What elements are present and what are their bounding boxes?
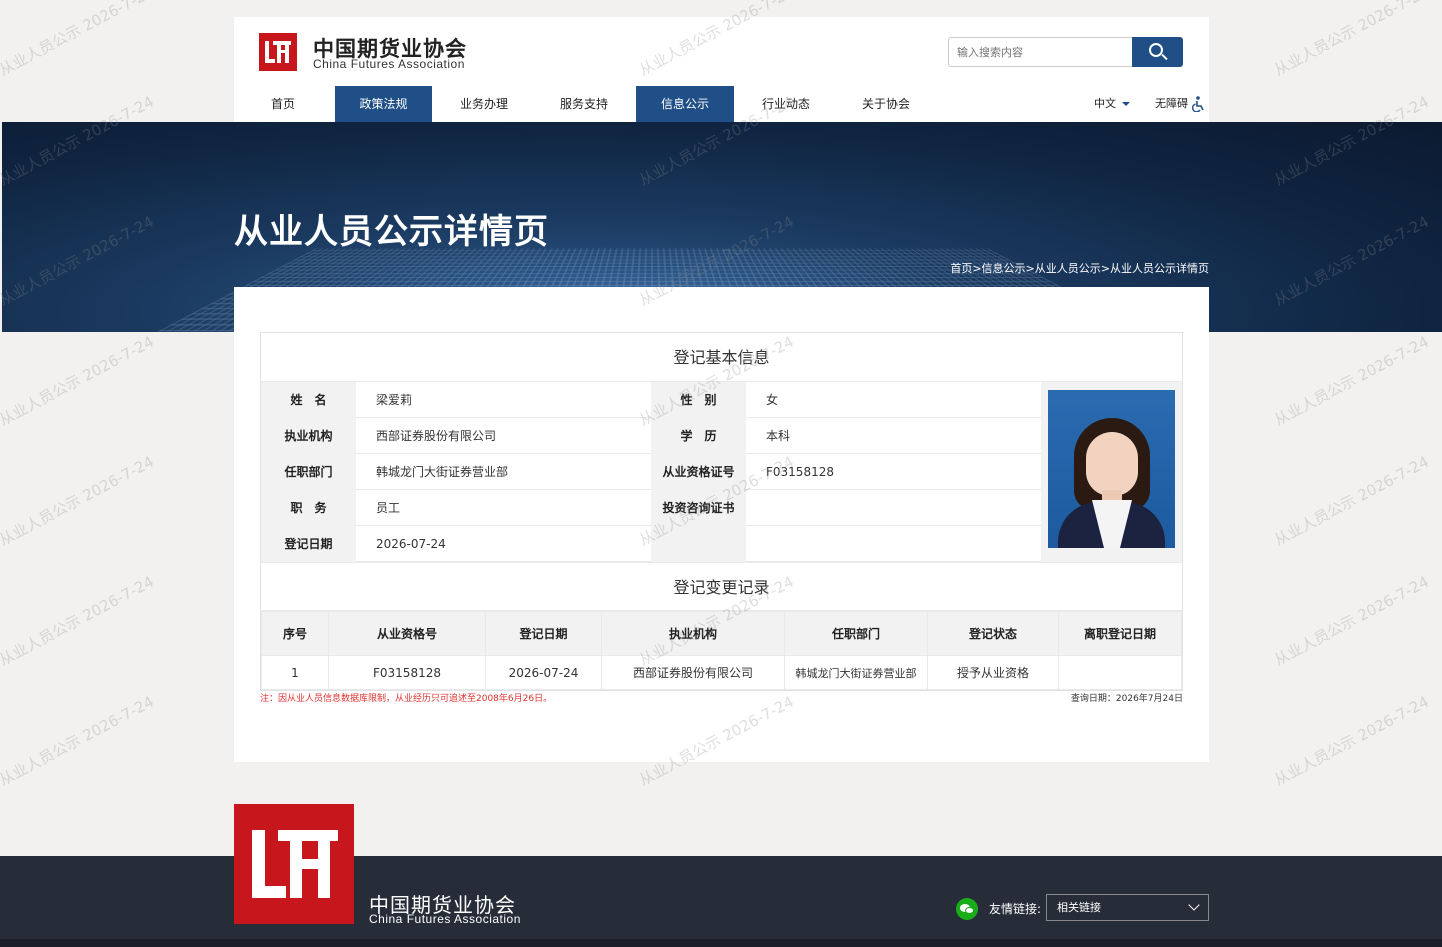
nav-industry-news[interactable]: 行业动态 xyxy=(736,86,836,122)
watermark-text: 从业人员公示 2026-7-24 xyxy=(0,0,157,80)
info-label: 登记日期 xyxy=(261,526,356,562)
footer-logo-title-en: China Futures Association xyxy=(369,912,521,926)
nav-about[interactable]: 关于协会 xyxy=(836,86,936,122)
logo-title-en: China Futures Association xyxy=(313,57,465,71)
info-label: 执业机构 xyxy=(261,418,356,454)
education-value: 本科 xyxy=(766,429,791,443)
column-header: 执业机构 xyxy=(601,611,785,656)
info-label xyxy=(651,526,746,562)
watermark-text: 从业人员公示 2026-7-24 xyxy=(1271,0,1432,80)
accessibility-icon[interactable] xyxy=(1191,96,1205,112)
search-input[interactable] xyxy=(948,37,1133,67)
table-cell: 2026-07-24 xyxy=(485,655,602,690)
nav-business[interactable]: 业务办理 xyxy=(434,86,534,122)
query-date: 查询日期：2026年7月24日 xyxy=(1070,694,1183,704)
wechat-icon[interactable] xyxy=(956,898,978,920)
info-row: 执业机构 西部证券股份有限公司 学 历 本科 xyxy=(261,418,1041,454)
search-bar xyxy=(948,37,1183,67)
watermark-text: 从业人员公示 2026-7-24 xyxy=(0,692,157,790)
department-value: 韩城龙门大街证券营业部 xyxy=(376,465,509,479)
column-header: 登记状态 xyxy=(927,611,1059,656)
site-footer xyxy=(0,856,1442,947)
qualification-no-value: F03158128 xyxy=(766,465,834,479)
table-cell xyxy=(1058,655,1182,690)
watermark-text: 从业人员公示 2026-7-24 xyxy=(1271,572,1432,670)
info-row: 职 务 员工 投资咨询证书 xyxy=(261,490,1041,526)
info-label: 从业资格证号 xyxy=(651,454,746,490)
institution-value: 西部证券股份有限公司 xyxy=(376,429,497,443)
empty-value xyxy=(746,526,1041,562)
info-label: 姓 名 xyxy=(261,382,356,418)
nav-service[interactable]: 服务支持 xyxy=(534,86,634,122)
chevron-down-icon xyxy=(1188,899,1200,911)
position-value: 员工 xyxy=(376,501,401,515)
registration-info-box: 登记基本信息 姓 名 梁爱莉 性 别 女 执业机构 西部证券股份有限公司 学 历… xyxy=(260,332,1183,691)
content-card: 登记基本信息 姓 名 梁爱莉 性 别 女 执业机构 西部证券股份有限公司 学 历… xyxy=(234,287,1209,762)
nav-policy[interactable]: 政策法规 xyxy=(335,86,432,122)
watermark-text: 从业人员公示 2026-7-24 xyxy=(0,332,157,430)
info-row: 任职部门 韩城龙门大街证券营业部 从业资格证号 F03158128 xyxy=(261,454,1041,490)
table-header-row: 序号 从业资格号 登记日期 执业机构 任职部门 登记状态 离职登记日期 xyxy=(261,611,1182,656)
info-row: 姓 名 梁爱莉 性 别 女 xyxy=(261,382,1041,418)
gender-value: 女 xyxy=(766,393,779,407)
info-row: 登记日期 2026-07-24 xyxy=(261,526,1041,562)
change-records-title: 登记变更记录 xyxy=(261,562,1182,611)
main-nav: 首页 政策法规 业务办理 服务支持 信息公示 行业动态 关于协会 中文 无障碍 xyxy=(234,86,1209,122)
basic-info-title: 登记基本信息 xyxy=(261,333,1182,382)
search-button[interactable] xyxy=(1132,37,1183,67)
change-records-table: 序号 从业资格号 登记日期 执业机构 任职部门 登记状态 离职登记日期 1 F0… xyxy=(261,611,1182,690)
info-label: 任职部门 xyxy=(261,454,356,490)
basic-info-grid: 姓 名 梁爱莉 性 别 女 执业机构 西部证券股份有限公司 学 历 本科 任职部… xyxy=(261,382,1182,562)
language-select[interactable]: 中文 xyxy=(1094,86,1130,122)
table-cell: 西部证券股份有限公司 xyxy=(601,655,785,690)
photo-cell xyxy=(1041,382,1182,562)
nav-home[interactable]: 首页 xyxy=(234,86,332,122)
watermark-text: 从业人员公示 2026-7-24 xyxy=(1271,332,1432,430)
watermark-text: 从业人员公示 2026-7-24 xyxy=(0,572,157,670)
column-header: 登记日期 xyxy=(485,611,602,656)
caret-down-icon xyxy=(1122,102,1130,106)
registration-date-value: 2026-07-24 xyxy=(376,537,446,551)
watermark-text: 从业人员公示 2026-7-24 xyxy=(1271,452,1432,550)
page-title: 从业人员公示详情页 xyxy=(234,212,549,252)
column-header: 离职登记日期 xyxy=(1058,611,1182,656)
table-cell: F03158128 xyxy=(328,655,486,690)
friend-links-select[interactable]: 相关链接 xyxy=(1046,894,1209,921)
friend-links-label: 友情链接: xyxy=(989,902,1042,916)
friend-links-selected: 相关链接 xyxy=(1057,901,1101,914)
person-photo xyxy=(1048,390,1175,548)
table-cell: 韩城龙门大街证券营业部 xyxy=(784,655,928,690)
footer-logo-icon[interactable] xyxy=(234,804,354,924)
accessibility-link[interactable]: 无障碍 xyxy=(1155,86,1188,122)
column-header: 任职部门 xyxy=(784,611,928,656)
info-label: 职 务 xyxy=(261,490,356,526)
table-cell: 1 xyxy=(261,655,329,690)
watermark-text: 从业人员公示 2026-7-24 xyxy=(1271,692,1432,790)
breadcrumb[interactable]: 首页>信息公示>从业人员公示>从业人员公示详情页 xyxy=(950,260,1209,276)
consulting-cert-value xyxy=(746,490,1041,526)
info-label: 学 历 xyxy=(651,418,746,454)
info-label: 性 别 xyxy=(651,382,746,418)
cfa-logo-icon[interactable] xyxy=(259,33,297,71)
column-header: 序号 xyxy=(261,611,329,656)
language-label: 中文 xyxy=(1094,97,1116,110)
table-cell: 授予从业资格 xyxy=(927,655,1059,690)
column-header: 从业资格号 xyxy=(328,611,486,656)
nav-info-disclosure[interactable]: 信息公示 xyxy=(636,86,734,122)
name-value: 梁爱莉 xyxy=(376,393,413,407)
watermark-text: 从业人员公示 2026-7-24 xyxy=(0,452,157,550)
info-label: 投资咨询证书 xyxy=(651,490,746,526)
data-limit-note: 注：因从业人员信息数据库限制，从业经历只可追述至2008年6月26日。 xyxy=(260,694,553,704)
table-row: 1 F03158128 2026-07-24 西部证券股份有限公司 韩城龙门大街… xyxy=(261,655,1182,690)
site-header: 中国期货业协会 China Futures Association xyxy=(234,17,1209,86)
